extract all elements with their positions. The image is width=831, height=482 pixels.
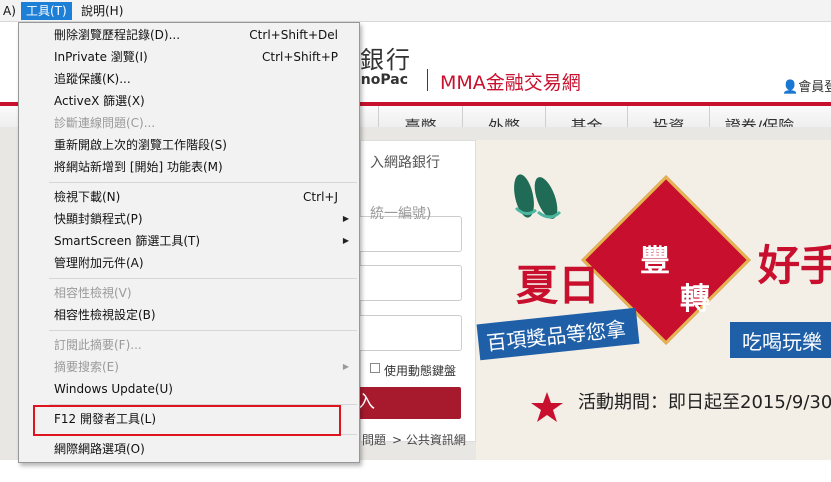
menu-item-internet-options[interactable]: 網際網路選項(O) — [20, 438, 358, 460]
menu-item-tracking-protection[interactable]: 追蹤保護(K)... — [20, 68, 358, 90]
promo-char-feng: 豐 — [640, 244, 670, 279]
slipper-icon — [514, 174, 562, 219]
menubar-item-view-partial[interactable]: A) — [0, 2, 21, 20]
menu-item-label: 摘要搜索(E) — [54, 360, 119, 374]
dynamic-keyboard-label: 使用動態鍵盤 — [384, 364, 457, 378]
login-button[interactable]: 入 — [350, 387, 461, 419]
submenu-arrow-icon: ▶ — [342, 236, 349, 245]
menu-item-label: ActiveX 篩選(X) — [54, 94, 145, 108]
menubar-item-help[interactable]: 說明(H) — [76, 2, 128, 20]
promo-period: 活動期間：即日起至2015/9/30 — [578, 392, 831, 413]
menu-item-manage-addons[interactable]: 管理附加元件(A) — [20, 252, 358, 274]
id-number-placeholder: 統一編號) — [370, 206, 432, 222]
menu-item-compat-view-settings[interactable]: 相容性檢視設定(B) — [20, 304, 358, 326]
star-icon — [531, 392, 563, 422]
menu-item-label: 追蹤保護(K)... — [54, 72, 131, 86]
menu-item-label: Windows Update(U) — [54, 382, 173, 396]
promo-ribbon-right-text: 吃喝玩樂 — [742, 330, 822, 354]
menu-item-label: 訂閱此摘要(F)... — [54, 338, 142, 352]
menu-separator — [49, 278, 357, 279]
menu-item-windows-update[interactable]: Windows Update(U) — [20, 378, 358, 400]
menu-item-popup-blocker[interactable]: 快顯封鎖程式(P) ▶ — [20, 208, 358, 230]
member-login-link[interactable]: 👤會員登 — [782, 76, 831, 95]
public-info-link[interactable]: > 公共資訊網 — [392, 431, 466, 448]
menu-item-subscribe-feed: 訂閱此摘要(F)... — [20, 334, 358, 356]
menu-separator — [49, 330, 357, 331]
promo-char-zhuan: 轉 — [680, 282, 710, 317]
user-code-field[interactable] — [350, 265, 462, 301]
menu-item-label: 重新開啟上次的瀏覽工作階段(S) — [54, 138, 227, 152]
browser-menubar: A) 工具(T) 說明(H) — [0, 0, 831, 22]
login-title: 入網路銀行 — [370, 155, 440, 171]
menu-item-shortcut: Ctrl+Shift+P — [262, 50, 338, 64]
bank-name-english: inoPac — [356, 72, 409, 88]
highlight-annotation-box — [33, 405, 341, 436]
promo-word-summer: 夏日 — [516, 261, 601, 310]
menu-item-delete-history[interactable]: 刪除瀏覽歷程記錄(D)... Ctrl+Shift+Del — [20, 24, 358, 46]
menu-item-shortcut: Ctrl+Shift+Del — [249, 28, 338, 42]
menu-item-activex-filtering[interactable]: ActiveX 篩選(X) — [20, 90, 358, 112]
menu-item-label: 網際網路選項(O) — [54, 442, 145, 456]
menu-item-inprivate[interactable]: InPrivate 瀏覽(I) Ctrl+Shift+P — [20, 46, 358, 68]
menu-item-compat-view: 相容性檢視(V) — [20, 282, 358, 304]
menu-item-label: 管理附加元件(A) — [54, 256, 144, 270]
menu-item-label: 刪除瀏覽歷程記錄(D)... — [54, 28, 181, 42]
member-login-label: 會員登 — [798, 80, 831, 95]
tools-dropdown-menu: 刪除瀏覽歷程記錄(D)... Ctrl+Shift+Del InPrivate … — [18, 22, 360, 463]
menu-item-add-to-start[interactable]: 將網站新增到 [開始] 功能表(M) — [20, 156, 358, 178]
submenu-arrow-icon: ▶ — [342, 362, 349, 371]
menu-item-label: 檢視下載(N) — [54, 190, 121, 204]
menu-item-label: 診斷連線問題(C)... — [54, 116, 156, 130]
menu-item-feed-discovery: 摘要搜索(E) ▶ — [20, 356, 358, 378]
menu-separator — [49, 182, 357, 183]
menu-item-view-downloads[interactable]: 檢視下載(N) Ctrl+J — [20, 186, 358, 208]
submenu-arrow-icon: ▶ — [342, 214, 349, 223]
menu-item-label: 將網站新增到 [開始] 功能表(M) — [54, 160, 223, 174]
menu-item-label: 相容性檢視設定(B) — [54, 308, 156, 322]
faq-link[interactable]: 問題 — [362, 431, 386, 448]
menubar-item-tools[interactable]: 工具(T) — [21, 2, 72, 20]
user-icon: 👤 — [782, 80, 799, 95]
menu-item-label: SmartScreen 篩選工具(T) — [54, 234, 201, 248]
dynamic-keyboard-checkbox[interactable] — [370, 363, 380, 373]
bank-name: 銀行 — [360, 46, 412, 74]
menu-item-reopen-session[interactable]: 重新開啟上次的瀏覽工作階段(S) — [20, 134, 358, 156]
menu-item-label: 快顯封鎖程式(P) — [54, 212, 143, 226]
menu-item-shortcut: Ctrl+J — [303, 190, 338, 204]
promo-word-good: 好手 — [758, 241, 831, 290]
menu-item-label: InPrivate 瀏覽(I) — [54, 50, 148, 64]
promo-banner[interactable]: 夏日 豐 轉 好手 百項獎品等您拿 吃喝玩樂 活動期間：即日起至2015/9/3… — [476, 140, 831, 460]
menu-item-label: 相容性檢視(V) — [54, 286, 132, 300]
menu-item-diagnose-connection: 診斷連線問題(C)... — [20, 112, 358, 134]
password-field[interactable] — [350, 315, 462, 351]
menu-item-smartscreen[interactable]: SmartScreen 篩選工具(T) ▶ — [20, 230, 358, 252]
header-divider — [427, 69, 428, 91]
site-title: MMA金融交易網 — [440, 72, 581, 94]
